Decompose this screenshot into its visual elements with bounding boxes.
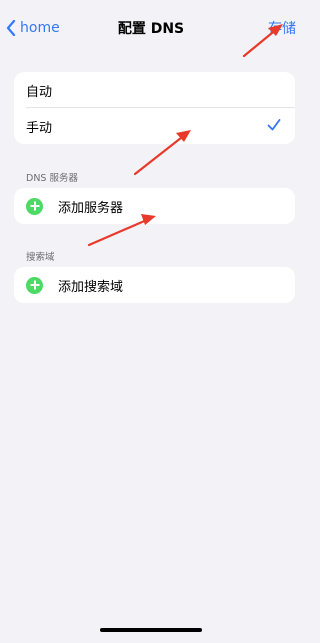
save-button[interactable]: 存储 — [268, 18, 296, 38]
page-title: 配置 DNS — [117, 21, 185, 37]
search-domains-header: 搜索域 — [26, 252, 55, 263]
option-manual-label: 手动 — [26, 120, 53, 136]
add-search-domain-label: 添加搜索域 — [58, 279, 124, 295]
option-automatic-label: 自动 — [26, 84, 53, 100]
checkmark-icon — [267, 119, 281, 131]
option-automatic[interactable]: 自动 — [14, 72, 295, 108]
add-search-domain-button[interactable]: 添加搜索域 — [14, 267, 295, 303]
add-server-label: 添加服务器 — [58, 200, 124, 216]
dns-servers-group: 添加服务器 — [14, 188, 295, 224]
navigation-bar: home 配置 DNS 存储 — [0, 0, 302, 56]
dns-mode-group: 自动 手动 — [14, 72, 295, 144]
option-manual[interactable]: 手动 — [14, 108, 295, 144]
search-domains-group: 添加搜索域 — [14, 267, 295, 303]
dns-servers-header: DNS 服务器 — [26, 173, 78, 184]
add-icon — [26, 197, 43, 215]
add-icon — [26, 276, 43, 294]
home-indicator — [100, 628, 202, 632]
add-server-button[interactable]: 添加服务器 — [14, 188, 295, 224]
